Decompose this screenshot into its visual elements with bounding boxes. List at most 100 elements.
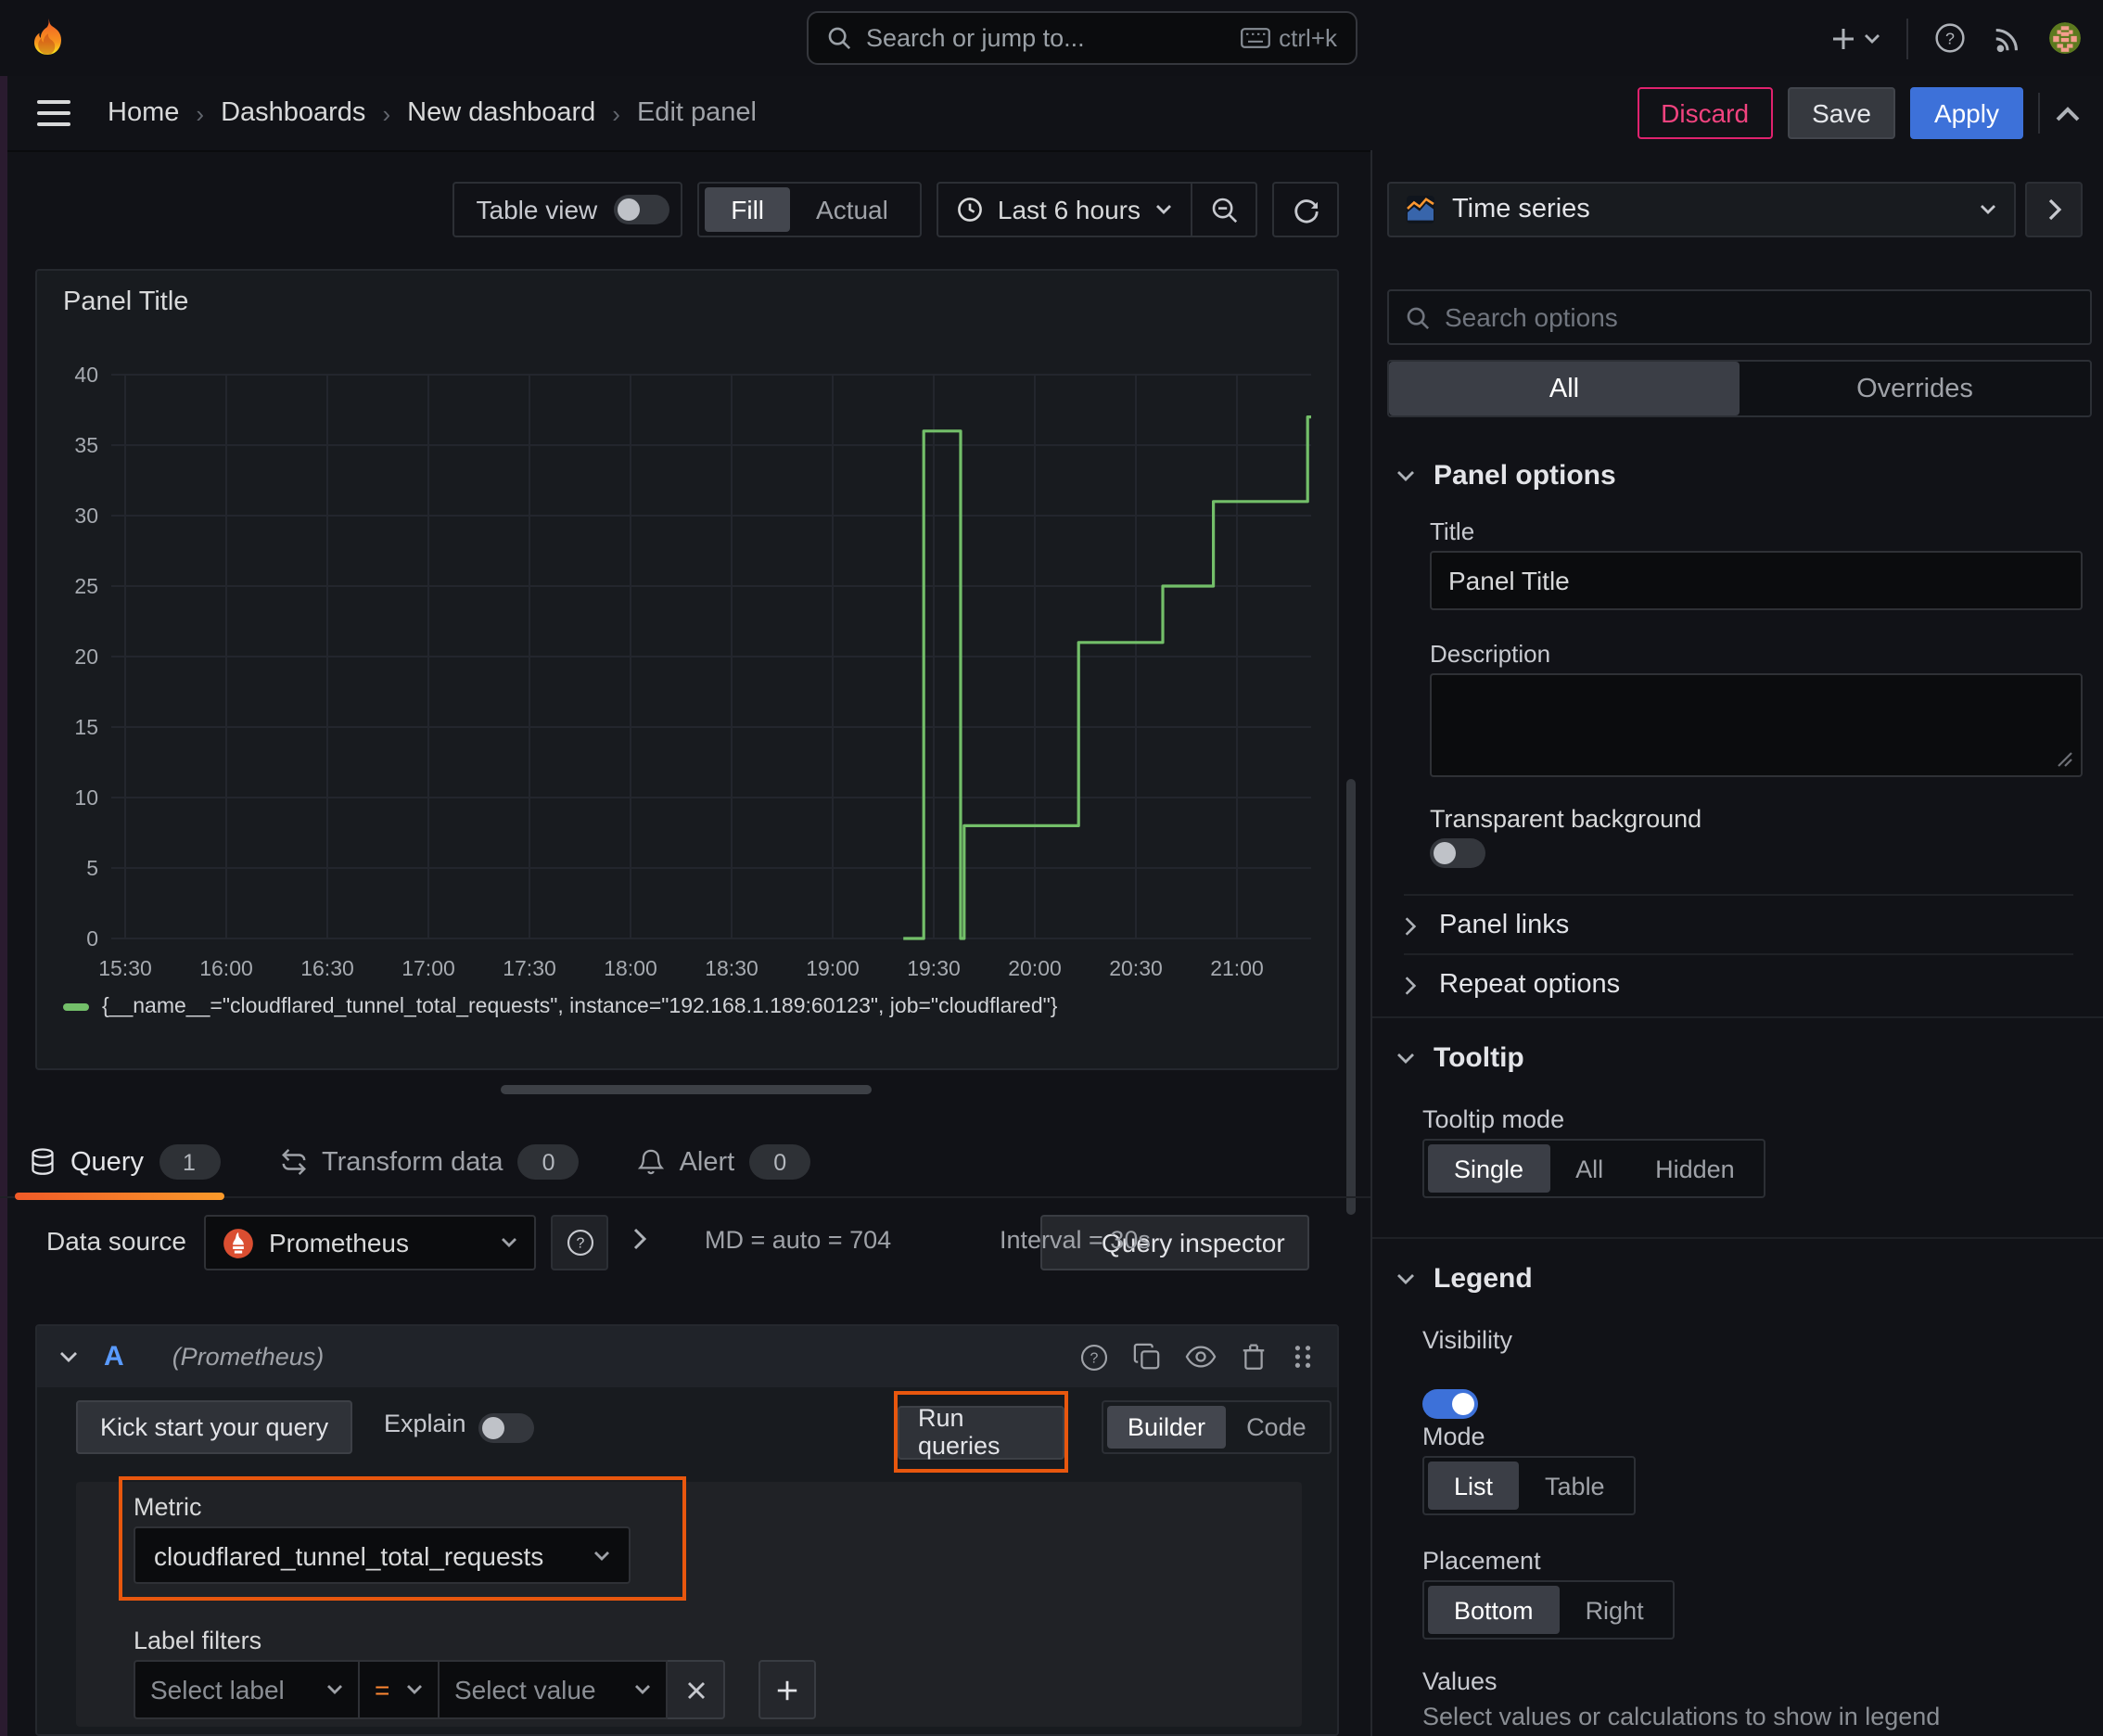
add-filter-button[interactable]: [758, 1660, 816, 1719]
builder-option[interactable]: Builder: [1107, 1406, 1227, 1449]
description-textarea[interactable]: [1430, 673, 2083, 777]
fill-option[interactable]: Fill: [705, 187, 791, 232]
tab-overrides[interactable]: Overrides: [1740, 362, 2090, 415]
select-label-dropdown[interactable]: Select label: [134, 1660, 360, 1719]
panel-resize-handle[interactable]: [501, 1085, 872, 1094]
chart-legend[interactable]: {__name__="cloudflared_tunnel_total_requ…: [63, 996, 1057, 1018]
all-overrides-tabs: All Overrides: [1387, 360, 2092, 417]
zoom-out-icon: [1211, 197, 1237, 223]
panel-options-section-header[interactable]: Panel options: [1396, 460, 1616, 491]
visualization-picker[interactable]: Time series: [1387, 182, 2016, 237]
transform-icon: [281, 1149, 305, 1175]
legend-visibility-toggle[interactable]: [1422, 1389, 1478, 1419]
tooltip-mode-switch: Single All Hidden: [1422, 1139, 1766, 1198]
top-nav: Search or jump to... ctrl+k ?: [0, 0, 2103, 78]
breadcrumb-edit-panel: Edit panel: [636, 98, 757, 128]
legend-mode-table[interactable]: Table: [1519, 1462, 1631, 1510]
time-series-panel[interactable]: Panel Title 0 5 10 15 20 25 30 35 40 15:30 16:00 16…: [35, 269, 1339, 1070]
menu-icon[interactable]: [37, 100, 70, 126]
help-circle-icon: ?: [566, 1229, 593, 1257]
query-row-header[interactable]: A (Prometheus) ?: [37, 1326, 1337, 1387]
tooltip-mode-label: Tooltip mode: [1422, 1105, 1565, 1133]
legend-mode-list[interactable]: List: [1428, 1462, 1520, 1510]
tab-alert[interactable]: Alert 0: [609, 1128, 841, 1196]
clock-icon: [957, 198, 982, 222]
tooltip-all-option[interactable]: All: [1549, 1144, 1629, 1193]
tooltip-section-header[interactable]: Tooltip: [1396, 1042, 1524, 1074]
search-shortcut: ctrl+k: [1279, 24, 1337, 52]
apply-button[interactable]: Apply: [1909, 87, 2023, 139]
duplicate-query-icon[interactable]: [1133, 1343, 1161, 1371]
news-rss-icon[interactable]: [1992, 22, 2023, 54]
repeat-options-section[interactable]: Repeat options: [1404, 953, 2073, 1015]
grafana-logo-icon[interactable]: [24, 14, 72, 62]
legend-placement-bottom[interactable]: Bottom: [1428, 1586, 1560, 1634]
select-value-dropdown[interactable]: Select value: [438, 1660, 668, 1719]
breadcrumb-new-dashboard[interactable]: New dashboard: [407, 98, 595, 128]
chevron-down-icon: [502, 1238, 516, 1247]
datasource-picker[interactable]: Prometheus: [204, 1215, 536, 1270]
tab-query[interactable]: Query 1: [0, 1128, 249, 1200]
operator-dropdown[interactable]: =: [358, 1660, 440, 1719]
delete-query-icon[interactable]: [1241, 1343, 1267, 1371]
user-avatar[interactable]: [2049, 22, 2081, 54]
svg-text:16:00: 16:00: [199, 956, 253, 980]
breadcrumb-dashboards[interactable]: Dashboards: [221, 98, 365, 128]
transparent-bg-toggle[interactable]: [1430, 838, 1485, 868]
collapse-options-button[interactable]: [2025, 182, 2083, 237]
query-help-icon[interactable]: ?: [1079, 1342, 1109, 1372]
datasource-help-button[interactable]: ?: [551, 1215, 608, 1270]
chevron-right-icon: [2047, 198, 2061, 221]
tooltip-single-option[interactable]: Single: [1428, 1144, 1550, 1193]
new-menu-button[interactable]: [1830, 25, 1880, 51]
tab-all[interactable]: All: [1389, 362, 1740, 415]
metric-select[interactable]: cloudflared_tunnel_total_requests: [134, 1526, 631, 1584]
svg-text:?: ?: [1090, 1350, 1099, 1366]
fill-actual-switch: Fill Actual: [697, 182, 922, 237]
legend-placement-right[interactable]: Right: [1560, 1586, 1670, 1634]
kick-start-query-button[interactable]: Kick start your query: [76, 1400, 353, 1454]
time-range-picker[interactable]: Last 6 hours: [938, 195, 1191, 224]
refresh-button[interactable]: [1272, 182, 1339, 237]
legend-series-label[interactable]: {__name__="cloudflared_tunnel_total_requ…: [102, 996, 1057, 1018]
panel-title-input[interactable]: Panel Title: [1430, 551, 2083, 610]
svg-text:25: 25: [74, 574, 98, 598]
actual-option[interactable]: Actual: [790, 187, 914, 232]
explain-label: Explain: [384, 1410, 466, 1437]
metric-value: cloudflared_tunnel_total_requests: [154, 1540, 544, 1570]
legend-series-swatch: [63, 1003, 89, 1011]
zoom-out-button[interactable]: [1192, 184, 1255, 236]
code-option[interactable]: Code: [1226, 1406, 1327, 1449]
table-view-toggle[interactable]: [614, 195, 670, 224]
legend-section-header[interactable]: Legend: [1396, 1263, 1533, 1295]
actions-divider: [2038, 93, 2040, 134]
max-data-points-text: MD = auto = 704: [705, 1226, 892, 1254]
breadcrumb: Home › Dashboards › New dashboard › Edit…: [108, 98, 757, 128]
query-builder-area: Metric cloudflared_tunnel_total_requests…: [76, 1476, 1302, 1727]
discard-button[interactable]: Discard: [1637, 87, 1774, 139]
toggle-visibility-icon[interactable]: [1185, 1345, 1217, 1369]
tooltip-hidden-option[interactable]: Hidden: [1629, 1144, 1761, 1193]
time-series-chart[interactable]: 0 5 10 15 20 25 30 35 40 15:30 16:00 16:30 17:00 17:3…: [37, 271, 1337, 1068]
remove-filter-button[interactable]: [666, 1660, 725, 1719]
run-queries-button[interactable]: Run queries: [898, 1404, 1064, 1460]
explain-toggle[interactable]: [478, 1413, 534, 1443]
expand-section-icon[interactable]: [632, 1228, 647, 1250]
breadcrumb-home[interactable]: Home: [108, 98, 179, 128]
visualization-name: Time series: [1452, 195, 1590, 224]
collapse-up-icon[interactable]: [2055, 105, 2081, 121]
legend-placement-label: Placement: [1422, 1547, 1541, 1575]
breadcrumb-separator: ›: [382, 99, 391, 127]
help-icon[interactable]: ?: [1934, 22, 1966, 54]
table-view-label: Table view: [476, 195, 598, 224]
panel-options-pane: Time series Search options All Overrides…: [1370, 150, 2103, 1736]
select-label-placeholder: Select label: [150, 1675, 285, 1704]
global-search-input[interactable]: Search or jump to... ctrl+k: [807, 11, 1357, 65]
collapse-query-icon[interactable]: [59, 1350, 78, 1363]
save-button[interactable]: Save: [1788, 87, 1895, 139]
drag-query-icon[interactable]: [1291, 1345, 1315, 1369]
options-search-input[interactable]: Search options: [1387, 289, 2092, 345]
legend-values-help: Select values or calculations to show in…: [1422, 1703, 1941, 1730]
tab-transform-data[interactable]: Transform data 0: [249, 1128, 609, 1196]
panel-links-section[interactable]: Panel links: [1404, 894, 2073, 955]
